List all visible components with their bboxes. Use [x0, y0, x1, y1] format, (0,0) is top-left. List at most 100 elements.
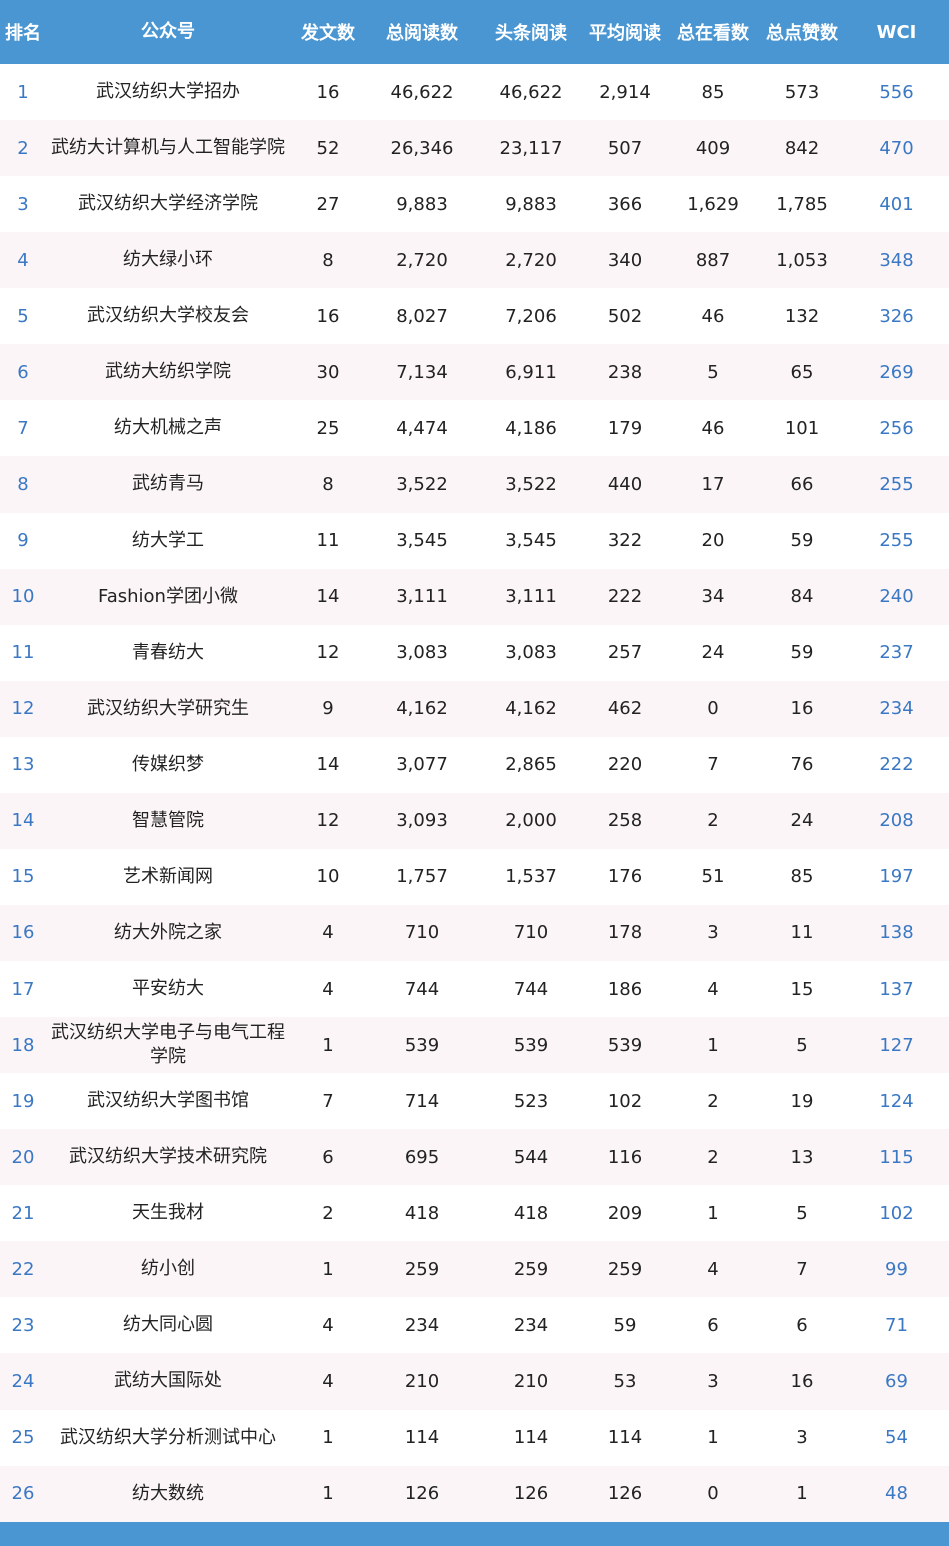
cell-rank: 24 — [11, 1370, 35, 1392]
cell-total-watching: 887 — [695, 249, 731, 271]
cell-avg-reads: 257 — [607, 642, 643, 664]
cell-name: 智慧管院 — [132, 809, 204, 831]
cell-posts: 1 — [322, 1427, 334, 1449]
cell-rank: 11 — [11, 642, 35, 664]
table-row: 2 武纺大计算机与人工智能学院 52 26,346 23,117 507 409 842 470 — [0, 120, 949, 177]
cell-avg-reads: 258 — [607, 810, 643, 832]
cell-wci: 237 — [879, 642, 914, 664]
cell-avg-reads: 176 — [607, 866, 643, 888]
cell-rank: 21 — [11, 1202, 35, 1224]
cell-wci: 48 — [885, 1483, 908, 1505]
cell-total-reads: 210 — [404, 1370, 440, 1392]
cell-total-reads: 3,077 — [396, 754, 448, 776]
cell-total-watching: 17 — [701, 473, 725, 495]
cell-total-likes: 1,053 — [776, 249, 828, 271]
cell-name: 纺小创 — [141, 1258, 195, 1280]
cell-headline-reads: 1,537 — [505, 866, 557, 888]
cell-headline-reads: 2,720 — [505, 249, 557, 271]
cell-wci: 137 — [879, 978, 914, 1000]
cell-wci: 269 — [879, 361, 914, 383]
cell-total-reads: 3,093 — [396, 810, 448, 832]
cell-total-likes: 19 — [790, 1090, 814, 1112]
cell-name: 纺大数统 — [132, 1482, 204, 1504]
cell-name: 武汉纺织大学研究生 — [87, 697, 249, 719]
cell-headline-reads: 6,911 — [505, 361, 557, 383]
cell-total-likes: 1,785 — [776, 193, 828, 215]
cell-avg-reads: 178 — [607, 922, 643, 944]
cell-headline-reads: 23,117 — [499, 137, 563, 159]
cell-headline-reads: 544 — [513, 1146, 549, 1168]
cell-avg-reads: 440 — [607, 473, 643, 495]
cell-total-reads: 2,720 — [396, 249, 448, 271]
cell-name: 平安纺大 — [132, 978, 204, 1000]
cell-wci: 255 — [879, 530, 914, 552]
cell-total-reads: 710 — [404, 922, 440, 944]
table-row: 4 纺大绿小环 8 2,720 2,720 340 887 1,053 348 — [0, 232, 949, 289]
cell-posts: 30 — [316, 361, 340, 383]
cell-headline-reads: 259 — [513, 1258, 549, 1280]
cell-wci: 256 — [879, 417, 914, 439]
cell-total-likes: 59 — [790, 530, 814, 552]
cell-total-likes: 3 — [796, 1427, 808, 1449]
cell-total-watching: 1,629 — [687, 193, 739, 215]
cell-total-watching: 3 — [707, 922, 719, 944]
cell-headline-reads: 539 — [513, 1034, 549, 1056]
cell-avg-reads: 179 — [607, 417, 643, 439]
cell-rank: 25 — [11, 1427, 35, 1449]
cell-wci: 556 — [879, 81, 914, 103]
cell-total-watching: 2 — [707, 1146, 719, 1168]
cell-total-watching: 7 — [707, 754, 719, 776]
cell-name: 武纺大国际处 — [114, 1370, 222, 1392]
cell-avg-reads: 2,914 — [599, 81, 651, 103]
cell-posts: 4 — [322, 1314, 334, 1336]
cell-total-likes: 13 — [790, 1146, 814, 1168]
table-row: 15 艺术新闻网 10 1,757 1,537 176 51 85 197 — [0, 848, 949, 905]
cell-name: Fashion学团小微 — [98, 585, 238, 607]
cell-rank: 23 — [11, 1314, 35, 1336]
cell-total-reads: 26,346 — [390, 137, 454, 159]
cell-total-reads: 46,622 — [390, 81, 454, 103]
table-footer-bar — [0, 1521, 949, 1546]
cell-total-reads: 539 — [404, 1034, 440, 1056]
cell-headline-reads: 126 — [513, 1483, 549, 1505]
cell-headline-reads: 9,883 — [505, 193, 557, 215]
cell-total-watching: 3 — [707, 1370, 719, 1392]
cell-posts: 16 — [316, 81, 340, 103]
cell-rank: 12 — [11, 698, 35, 720]
header-total-watching: 总在看数 — [677, 23, 749, 44]
cell-headline-reads: 2,865 — [505, 754, 557, 776]
cell-total-likes: 16 — [790, 1370, 814, 1392]
cell-total-likes: 842 — [784, 137, 820, 159]
table-row: 17 平安纺大 4 744 744 186 4 15 137 — [0, 961, 949, 1018]
cell-total-likes: 16 — [790, 698, 814, 720]
cell-total-watching: 20 — [701, 530, 725, 552]
table-row: 10 Fashion学团小微 14 3,111 3,111 222 34 84 240 — [0, 568, 949, 625]
cell-rank: 7 — [17, 417, 29, 439]
table-row: 11 青春纺大 12 3,083 3,083 257 24 59 237 — [0, 624, 949, 681]
cell-total-reads: 3,522 — [396, 473, 448, 495]
cell-total-reads: 3,083 — [396, 642, 448, 664]
cell-total-watching: 2 — [707, 1090, 719, 1112]
cell-total-likes: 84 — [790, 586, 814, 608]
cell-total-likes: 5 — [796, 1202, 808, 1224]
table-row: 19 武汉纺织大学图书馆 7 714 523 102 2 19 124 — [0, 1073, 949, 1130]
cell-total-reads: 3,545 — [396, 530, 448, 552]
cell-headline-reads: 710 — [513, 922, 549, 944]
cell-posts: 25 — [316, 417, 340, 439]
cell-wci: 69 — [885, 1370, 908, 1392]
cell-wci: 127 — [879, 1034, 914, 1056]
cell-posts: 2 — [322, 1202, 334, 1224]
table-row: 9 纺大学工 11 3,545 3,545 322 20 59 255 — [0, 512, 949, 569]
cell-avg-reads: 102 — [607, 1090, 643, 1112]
cell-headline-reads: 3,522 — [505, 473, 557, 495]
cell-wci: 401 — [879, 193, 914, 215]
cell-total-watching: 6 — [707, 1314, 719, 1336]
cell-wci: 470 — [879, 137, 914, 159]
table-row: 1 武汉纺织大学招办 16 46,622 46,622 2,914 85 573 556 — [0, 64, 949, 121]
cell-rank: 19 — [11, 1090, 35, 1112]
table-body: 1 武汉纺织大学招办 16 46,622 46,622 2,914 85 573 556 2 武纺大… — [0, 64, 949, 1522]
cell-total-likes: 85 — [790, 866, 814, 888]
cell-total-reads: 4,162 — [396, 698, 448, 720]
cell-posts: 16 — [316, 305, 340, 327]
cell-avg-reads: 220 — [607, 754, 643, 776]
